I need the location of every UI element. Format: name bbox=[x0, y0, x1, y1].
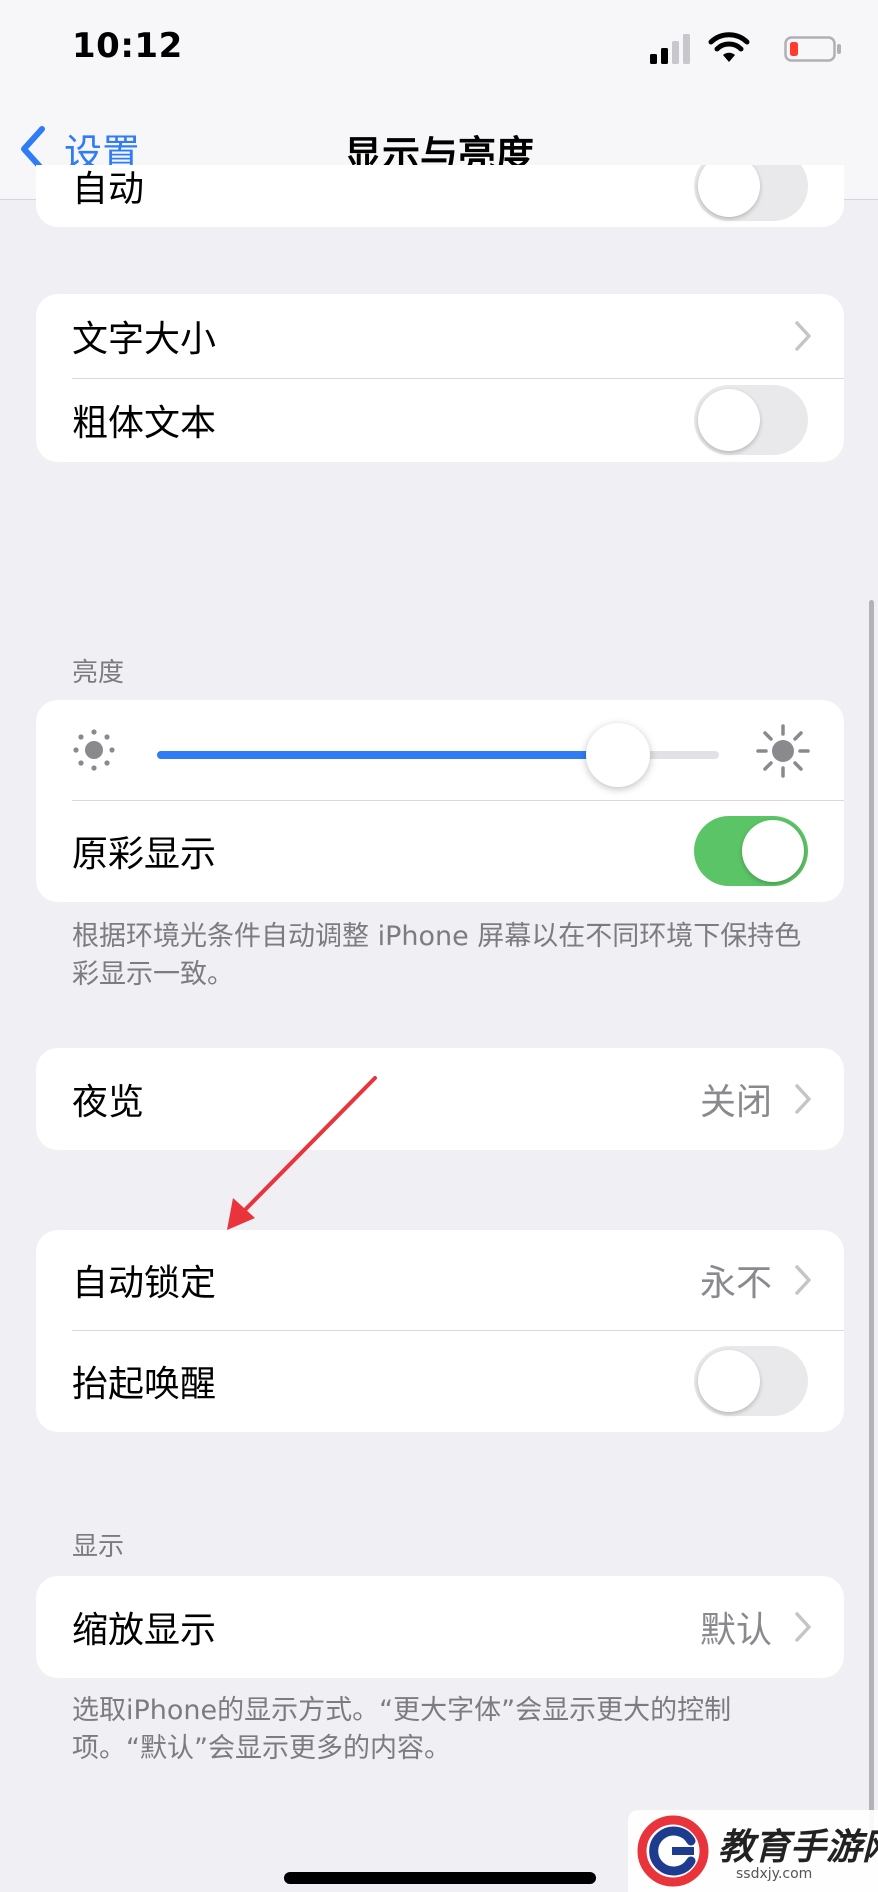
night-shift-value: 关闭 bbox=[699, 1082, 772, 1123]
auto-lock-value: 永不 bbox=[699, 1263, 772, 1304]
watermark-logo-icon bbox=[637, 1815, 709, 1887]
lock-group: 自动锁定 永不 抬起唤醒 bbox=[36, 1230, 844, 1432]
auto-lock-row[interactable]: 自动锁定 永不 bbox=[36, 1230, 844, 1330]
auto-appearance-label: 自动 bbox=[72, 169, 145, 210]
chevron-right-icon bbox=[795, 1084, 811, 1114]
watermark: 教育手游网 ssdxjy.com bbox=[628, 1810, 878, 1892]
status-bar: 10:12 bbox=[0, 0, 878, 100]
sun-small-icon bbox=[73, 729, 115, 771]
bold-text-label: 粗体文本 bbox=[72, 403, 217, 444]
watermark-text: 教育手游网 bbox=[718, 1826, 878, 1868]
home-indicator[interactable] bbox=[284, 1872, 596, 1884]
true-tone-label: 原彩显示 bbox=[72, 834, 217, 875]
text-size-label: 文字大小 bbox=[72, 319, 217, 360]
night-shift-row[interactable]: 夜览 关闭 bbox=[36, 1048, 844, 1150]
text-group: 文字大小 粗体文本 bbox=[36, 294, 844, 462]
bold-text-toggle[interactable] bbox=[694, 385, 808, 455]
true-tone-toggle[interactable] bbox=[694, 816, 808, 886]
brightness-section-header: 亮度 bbox=[72, 658, 125, 688]
chevron-right-icon bbox=[795, 1612, 811, 1642]
red-annotation-arrow-icon bbox=[227, 1076, 377, 1230]
battery-icon bbox=[784, 36, 841, 62]
brightness-group: 原彩显示 bbox=[36, 700, 844, 902]
brightness-slider-thumb[interactable] bbox=[585, 723, 650, 787]
night-shift-label: 夜览 bbox=[72, 1082, 145, 1123]
auto-appearance-row: 自动 bbox=[36, 165, 844, 227]
sun-large-icon bbox=[756, 724, 810, 778]
brightness-slider-row bbox=[36, 700, 844, 800]
chevron-right-icon bbox=[795, 1265, 811, 1295]
display-group: 缩放显示 默认 bbox=[36, 1576, 844, 1678]
display-section-header: 显示 bbox=[72, 1532, 125, 1562]
display-zoom-label: 缩放显示 bbox=[72, 1610, 217, 1651]
toggle-knob bbox=[698, 165, 760, 217]
brightness-slider-fill bbox=[157, 751, 618, 759]
display-zoom-value: 默认 bbox=[699, 1610, 772, 1651]
auto-lock-label: 自动锁定 bbox=[72, 1263, 217, 1304]
display-zoom-footnote: 选取iPhone的显示方式。“更大字体”会显示更大的控制项。“默认”会显示更多的… bbox=[72, 1695, 732, 1764]
true-tone-footnote: 根据环境光条件自动调整 iPhone 屏幕以在不同环境下保持色彩显示一致。 bbox=[72, 921, 802, 990]
auto-appearance-toggle[interactable] bbox=[694, 165, 808, 221]
raise-to-wake-row: 抬起唤醒 bbox=[36, 1330, 844, 1432]
raise-to-wake-label: 抬起唤醒 bbox=[72, 1364, 217, 1405]
chevron-right-icon bbox=[795, 321, 811, 351]
status-icons bbox=[642, 32, 842, 66]
status-time: 10:12 bbox=[72, 26, 183, 66]
night-shift-group: 夜览 关闭 bbox=[36, 1048, 844, 1150]
watermark-url: ssdxjy.com bbox=[736, 1866, 813, 1882]
toggle-knob bbox=[698, 1350, 760, 1412]
toggle-knob bbox=[698, 389, 760, 451]
display-zoom-row[interactable]: 缩放显示 默认 bbox=[36, 1576, 844, 1678]
text-size-row[interactable]: 文字大小 bbox=[36, 294, 844, 378]
bold-text-row: 粗体文本 bbox=[36, 378, 844, 462]
brightness-slider[interactable] bbox=[157, 723, 719, 787]
appearance-group: 自动 bbox=[36, 165, 844, 227]
toggle-knob bbox=[742, 820, 804, 882]
signal-icon bbox=[650, 34, 690, 64]
wifi-icon bbox=[708, 32, 750, 62]
scroll-indicator[interactable] bbox=[869, 600, 874, 1840]
raise-to-wake-toggle[interactable] bbox=[694, 1346, 808, 1416]
true-tone-row: 原彩显示 bbox=[36, 800, 844, 902]
